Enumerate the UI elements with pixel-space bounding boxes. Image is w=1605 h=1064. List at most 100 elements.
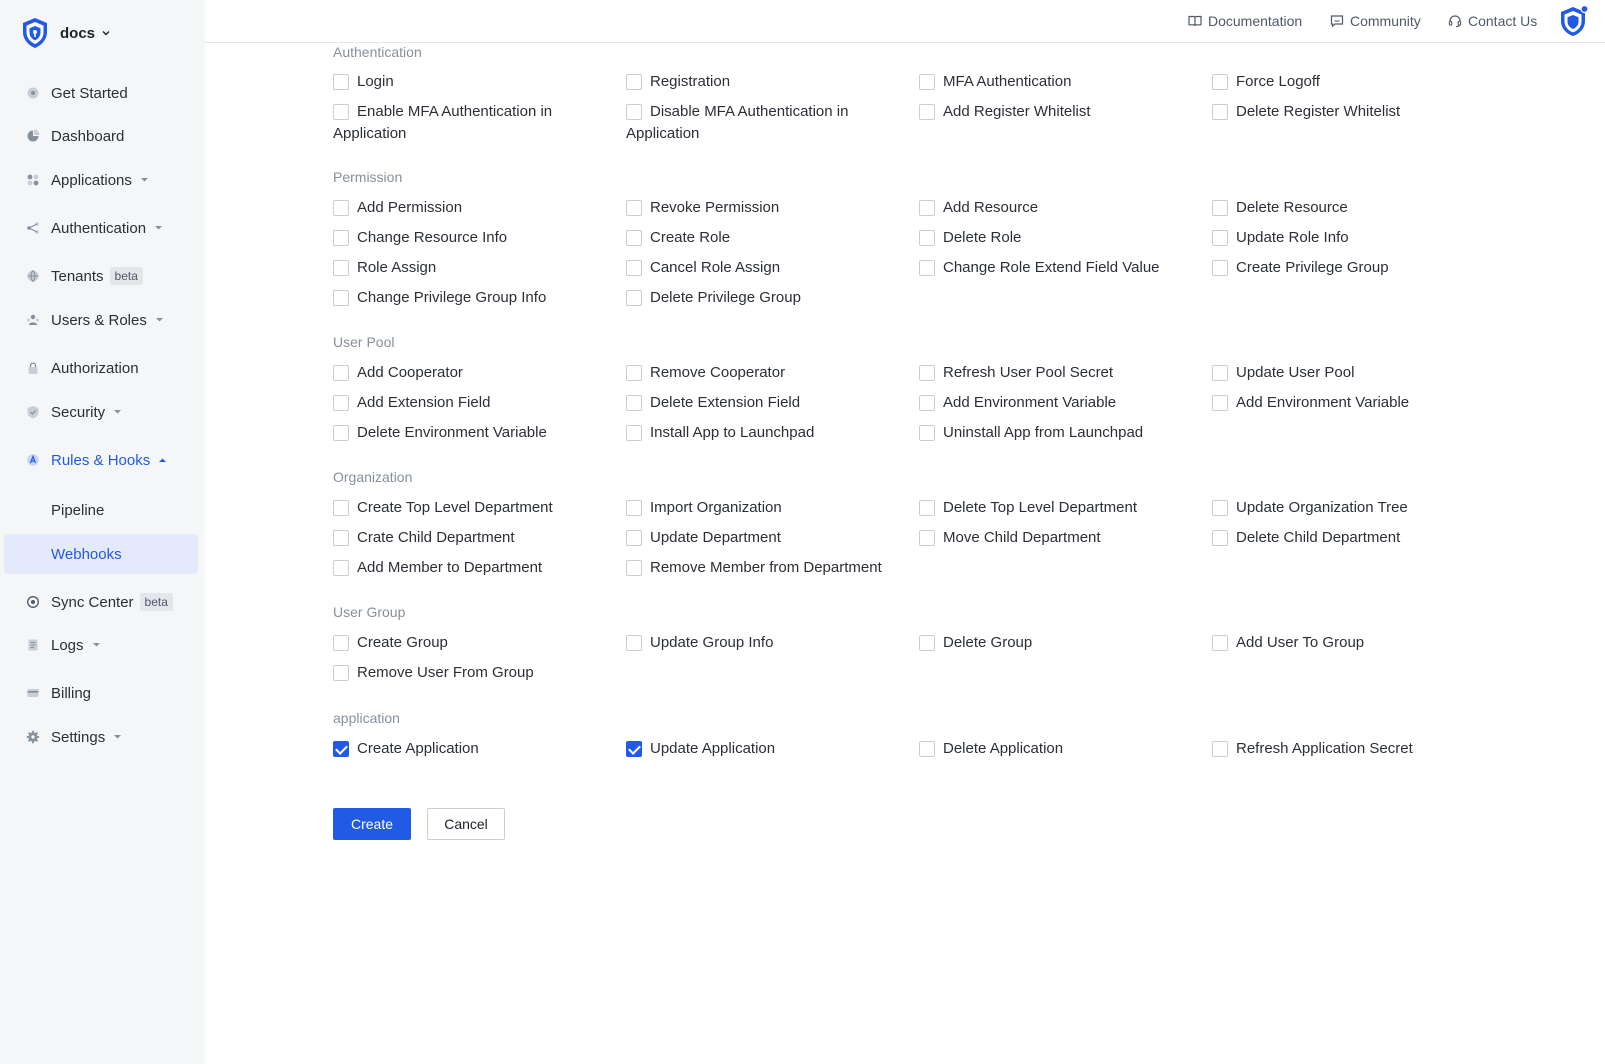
checkbox-refresh-user-pool-secret[interactable]: Refresh User Pool Secret: [919, 362, 1113, 384]
checkbox-role-assign[interactable]: Role Assign: [333, 257, 436, 279]
checkbox-delete-extension-field[interactable]: Delete Extension Field: [626, 392, 800, 414]
checkbox-create-role[interactable]: Create Role: [626, 227, 730, 249]
checkbox-create-group[interactable]: Create Group: [333, 632, 448, 654]
checkbox-update-department[interactable]: Update Department: [626, 527, 781, 549]
checkbox-unchecked-icon[interactable]: [919, 530, 935, 546]
checkbox-add-permission[interactable]: Add Permission: [333, 197, 462, 219]
checkbox-crate-child-department[interactable]: Crate Child Department: [333, 527, 515, 549]
sidebar-item-authentication[interactable]: Authentication: [4, 208, 198, 248]
checkbox-uninstall-app-from-launchpad[interactable]: Uninstall App from Launchpad: [919, 422, 1143, 444]
checkbox-unchecked-icon[interactable]: [333, 200, 349, 216]
checkbox-unchecked-icon[interactable]: [626, 104, 642, 120]
checkbox-delete-child-department[interactable]: Delete Child Department: [1212, 527, 1400, 549]
checkbox-unchecked-icon[interactable]: [1212, 365, 1228, 381]
checkbox-revoke-permission[interactable]: Revoke Permission: [626, 197, 779, 219]
checkbox-add-environment-variable[interactable]: Add Environment Variable: [1212, 392, 1409, 414]
checkbox-add-cooperator[interactable]: Add Cooperator: [333, 362, 463, 384]
checkbox-update-role-info[interactable]: Update Role Info: [1212, 227, 1349, 249]
contact-us-link[interactable]: Contact Us: [1448, 11, 1537, 31]
checkbox-disable-mfa-authentication-in-application[interactable]: Disable MFA Authentication in Applicatio…: [626, 101, 896, 145]
checkbox-unchecked-icon[interactable]: [919, 395, 935, 411]
checkbox-change-privilege-group-info[interactable]: Change Privilege Group Info: [333, 287, 546, 309]
checkbox-update-organization-tree[interactable]: Update Organization Tree: [1212, 497, 1408, 519]
checkbox-unchecked-icon[interactable]: [333, 635, 349, 651]
sidebar-item-rules-and-hooks[interactable]: Rules & Hooks: [4, 440, 198, 480]
checkbox-add-register-whitelist[interactable]: Add Register Whitelist: [919, 101, 1091, 123]
checkbox-move-child-department[interactable]: Move Child Department: [919, 527, 1101, 549]
checkbox-registration[interactable]: Registration: [626, 71, 730, 93]
checkbox-unchecked-icon[interactable]: [919, 200, 935, 216]
checkbox-unchecked-icon[interactable]: [333, 395, 349, 411]
checkbox-remove-user-from-group[interactable]: Remove User From Group: [333, 662, 534, 684]
checkbox-unchecked-icon[interactable]: [333, 290, 349, 306]
checkbox-remove-member-from-department[interactable]: Remove Member from Department: [626, 557, 882, 579]
checkbox-create-top-level-department[interactable]: Create Top Level Department: [333, 497, 553, 519]
checkbox-unchecked-icon[interactable]: [919, 635, 935, 651]
checkbox-unchecked-icon[interactable]: [626, 530, 642, 546]
checkbox-unchecked-icon[interactable]: [626, 635, 642, 651]
checkbox-unchecked-icon[interactable]: [333, 365, 349, 381]
checkbox-unchecked-icon[interactable]: [626, 425, 642, 441]
checkbox-unchecked-icon[interactable]: [333, 104, 349, 120]
user-avatar[interactable]: [1559, 4, 1589, 37]
checkbox-unchecked-icon[interactable]: [626, 365, 642, 381]
checkbox-delete-register-whitelist[interactable]: Delete Register Whitelist: [1212, 101, 1400, 123]
checkbox-unchecked-icon[interactable]: [1212, 104, 1228, 120]
checkbox-unchecked-icon[interactable]: [919, 230, 935, 246]
checkbox-unchecked-icon[interactable]: [1212, 395, 1228, 411]
sidebar-item-get-started[interactable]: Get Started: [4, 73, 198, 113]
checkbox-unchecked-icon[interactable]: [919, 104, 935, 120]
checkbox-unchecked-icon[interactable]: [333, 665, 349, 681]
checkbox-unchecked-icon[interactable]: [626, 290, 642, 306]
checkbox-mfa-authentication[interactable]: MFA Authentication: [919, 71, 1071, 93]
checkbox-unchecked-icon[interactable]: [919, 365, 935, 381]
checkbox-unchecked-icon[interactable]: [626, 560, 642, 576]
checkbox-unchecked-icon[interactable]: [626, 74, 642, 90]
checkbox-unchecked-icon[interactable]: [626, 500, 642, 516]
checkbox-unchecked-icon[interactable]: [333, 560, 349, 576]
checkbox-remove-cooperator[interactable]: Remove Cooperator: [626, 362, 785, 384]
workspace-switcher[interactable]: docs: [20, 16, 111, 50]
sidebar-item-settings[interactable]: Settings: [4, 717, 198, 757]
sidebar-item-webhooks[interactable]: Webhooks: [4, 534, 198, 574]
checkbox-import-organization[interactable]: Import Organization: [626, 497, 782, 519]
checkbox-delete-top-level-department[interactable]: Delete Top Level Department: [919, 497, 1137, 519]
sidebar-item-authorization[interactable]: Authorization: [4, 348, 198, 388]
checkbox-refresh-application-secret[interactable]: Refresh Application Secret: [1212, 738, 1413, 760]
checkbox-unchecked-icon[interactable]: [333, 530, 349, 546]
checkbox-add-extension-field[interactable]: Add Extension Field: [333, 392, 490, 414]
checkbox-unchecked-icon[interactable]: [333, 260, 349, 276]
checkbox-unchecked-icon[interactable]: [1212, 530, 1228, 546]
checkbox-update-application[interactable]: Update Application: [626, 738, 775, 760]
checkbox-add-environment-variable[interactable]: Add Environment Variable: [919, 392, 1116, 414]
checkbox-delete-role[interactable]: Delete Role: [919, 227, 1021, 249]
checkbox-unchecked-icon[interactable]: [333, 425, 349, 441]
checkbox-unchecked-icon[interactable]: [333, 74, 349, 90]
checkbox-unchecked-icon[interactable]: [919, 741, 935, 757]
checkbox-unchecked-icon[interactable]: [626, 200, 642, 216]
checkbox-unchecked-icon[interactable]: [1212, 260, 1228, 276]
checkbox-checked-icon[interactable]: [333, 741, 349, 757]
sidebar-item-pipeline[interactable]: Pipeline: [4, 490, 198, 530]
checkbox-delete-resource[interactable]: Delete Resource: [1212, 197, 1348, 219]
checkbox-unchecked-icon[interactable]: [919, 425, 935, 441]
checkbox-unchecked-icon[interactable]: [1212, 635, 1228, 651]
checkbox-delete-application[interactable]: Delete Application: [919, 738, 1063, 760]
sidebar-item-users-and-roles[interactable]: Users & Roles: [4, 300, 198, 340]
checkbox-checked-icon[interactable]: [626, 741, 642, 757]
checkbox-create-application[interactable]: Create Application: [333, 738, 479, 760]
checkbox-enable-mfa-authentication-in-application[interactable]: Enable MFA Authentication in Application: [333, 101, 603, 145]
checkbox-unchecked-icon[interactable]: [1212, 74, 1228, 90]
sidebar-item-security[interactable]: Security: [4, 392, 198, 432]
sidebar-item-billing[interactable]: Billing: [4, 673, 198, 713]
checkbox-unchecked-icon[interactable]: [1212, 230, 1228, 246]
checkbox-update-group-info[interactable]: Update Group Info: [626, 632, 773, 654]
checkbox-unchecked-icon[interactable]: [626, 260, 642, 276]
checkbox-change-resource-info[interactable]: Change Resource Info: [333, 227, 507, 249]
sidebar-item-tenants[interactable]: Tenants beta: [4, 256, 198, 296]
checkbox-unchecked-icon[interactable]: [1212, 741, 1228, 757]
checkbox-unchecked-icon[interactable]: [333, 230, 349, 246]
checkbox-create-privilege-group[interactable]: Create Privilege Group: [1212, 257, 1389, 279]
checkbox-delete-environment-variable[interactable]: Delete Environment Variable: [333, 422, 547, 444]
checkbox-install-app-to-launchpad[interactable]: Install App to Launchpad: [626, 422, 814, 444]
